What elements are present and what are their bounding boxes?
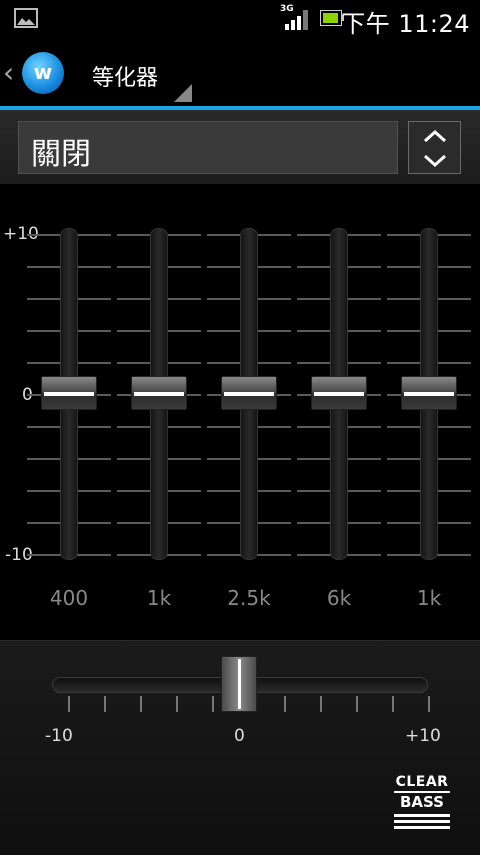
signal-icon xyxy=(285,10,308,30)
eq-band-label: 2.5k xyxy=(227,586,271,610)
eq-slider-thumb[interactable] xyxy=(221,376,277,410)
menu-indicator-icon[interactable] xyxy=(174,84,192,102)
clear-bass-min-label: -10 xyxy=(45,726,73,746)
back-chevron-icon[interactable]: ‹ xyxy=(3,56,14,89)
eq-band-slider[interactable] xyxy=(117,228,201,564)
clear-bass-logo: CLEAR BASS xyxy=(394,774,450,829)
eq-band-label: 1k xyxy=(416,586,442,610)
eq-band-label: 1k xyxy=(146,586,172,610)
clear-bass-tick-mark xyxy=(428,696,430,712)
clear-bass-logo-line1: CLEAR xyxy=(395,774,449,790)
clear-bass-mid-label: 0 xyxy=(234,726,245,746)
clear-bass-logo-bar xyxy=(394,814,450,817)
eq-band-slider[interactable] xyxy=(297,228,381,564)
clear-bass-slider-thumb[interactable] xyxy=(221,656,257,712)
eq-band-slider[interactable] xyxy=(387,228,471,564)
gallery-icon xyxy=(14,8,38,28)
action-bar: ‹ w 等化器 xyxy=(0,38,480,106)
up-down-chevron-icon xyxy=(423,129,447,168)
app-icon-letter: w xyxy=(33,60,53,84)
clear-bass-tick-mark xyxy=(140,696,142,712)
clear-bass-logo-line2: BASS xyxy=(394,791,450,811)
clear-bass-tick-mark xyxy=(176,696,178,712)
walkman-app-icon[interactable]: w xyxy=(22,52,64,94)
eq-slider-thumb[interactable] xyxy=(131,376,187,410)
status-bar: 3G 下午 11:24 xyxy=(0,0,480,38)
eq-slider-thumb[interactable] xyxy=(401,376,457,410)
status-time: 下午 11:24 xyxy=(341,10,470,38)
clear-bass-tick-mark xyxy=(320,696,322,712)
clear-bass-tick-mark xyxy=(212,696,214,712)
eq-slider-thumb[interactable] xyxy=(41,376,97,410)
clear-bass-tick-mark xyxy=(392,696,394,712)
clear-bass-max-label: +10 xyxy=(405,726,441,746)
clear-bass-logo-bar xyxy=(394,820,450,823)
clear-bass-tick-mark xyxy=(356,696,358,712)
clear-bass-tick-mark xyxy=(104,696,106,712)
preset-selector[interactable]: 關閉 xyxy=(18,121,398,174)
clear-bass-logo-bar xyxy=(394,826,450,829)
clear-bass-tick-mark xyxy=(68,696,70,712)
page-title: 等化器 xyxy=(92,66,159,91)
preset-value: 關閉 xyxy=(31,137,91,172)
eq-band-slider[interactable] xyxy=(27,228,111,564)
eq-slider-thumb[interactable] xyxy=(311,376,367,410)
eq-band-slider[interactable] xyxy=(207,228,291,564)
eq-band-label: 6k xyxy=(326,586,352,610)
preset-spinner-button[interactable] xyxy=(408,121,461,174)
clear-bass-tick-mark xyxy=(284,696,286,712)
eq-band-label: 400 xyxy=(49,586,89,610)
